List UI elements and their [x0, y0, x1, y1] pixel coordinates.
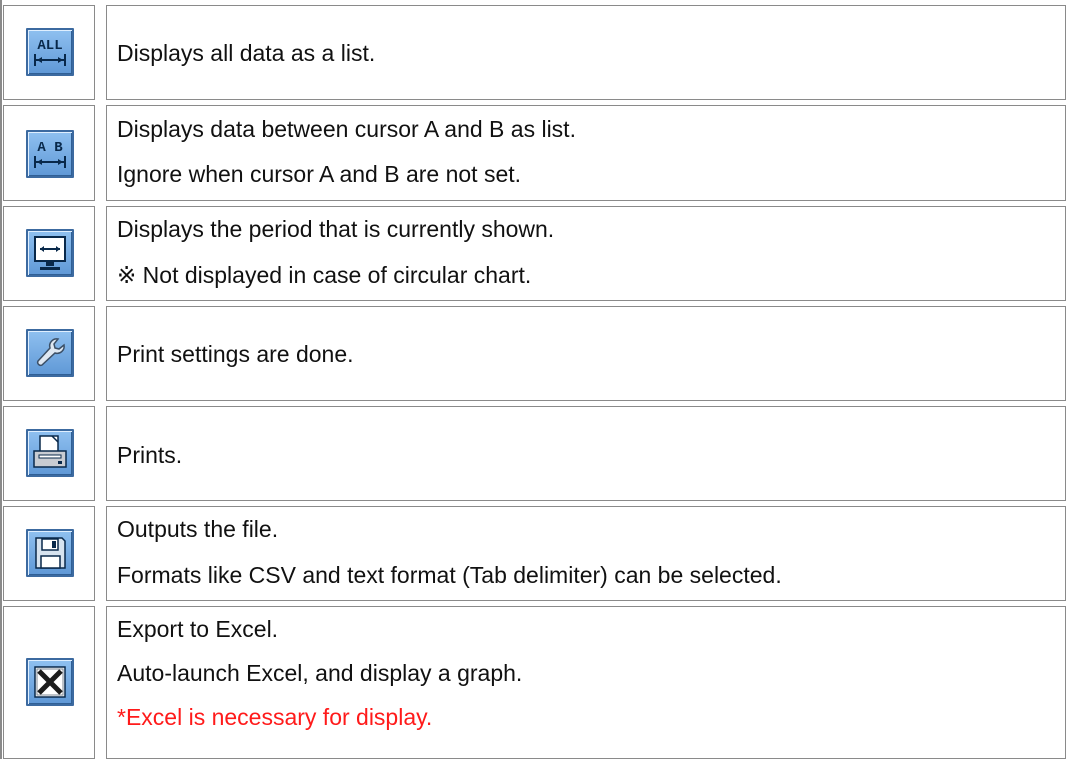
icon-cell [3, 406, 95, 501]
description-line: Print settings are done. [117, 341, 354, 367]
table-row: Displays the period that is currently sh… [0, 206, 1070, 303]
table-row: Prints. [0, 406, 1070, 503]
description-line: Prints. [117, 442, 183, 468]
table-row: A B Displays data between cursor A and B… [0, 105, 1070, 203]
description-cell: Outputs the file. Formats like CSV and t… [106, 506, 1066, 601]
description-line: Displays data between cursor A and B as … [117, 116, 576, 142]
table-row: Print settings are done. [0, 306, 1070, 403]
icon-cell [3, 306, 95, 401]
description-cell: Displays all data as a list. [106, 5, 1066, 100]
description-line: Export to Excel. [117, 616, 279, 642]
icon-cell: ALL [3, 5, 95, 100]
icon-cell: A B [3, 105, 95, 201]
excel-icon[interactable] [26, 658, 74, 706]
description-line: Outputs the file. [117, 516, 279, 542]
description-line: ※ Not displayed in case of circular char… [117, 262, 532, 288]
icon-cell [3, 506, 95, 601]
description-line: Displays the period that is currently sh… [117, 216, 555, 242]
printer-icon[interactable] [26, 429, 74, 477]
svg-text:ALL: ALL [37, 38, 62, 54]
description-line: Ignore when cursor A and B are not set. [117, 161, 522, 187]
svg-text:A B: A B [37, 140, 63, 156]
wrench-icon[interactable] [26, 329, 74, 377]
description-line: Displays all data as a list. [117, 40, 376, 66]
description-cell: Displays the period that is currently sh… [106, 206, 1066, 301]
icon-cell [3, 606, 95, 759]
table-row: Export to Excel. Auto-launch Excel, and … [0, 606, 1070, 759]
monitor-period-icon[interactable] [26, 229, 74, 277]
warning-note: *Excel is necessary for display. [117, 704, 433, 730]
floppy-disk-icon[interactable] [26, 529, 74, 577]
ab-range-icon[interactable]: A B [26, 130, 74, 178]
all-range-icon[interactable]: ALL [26, 28, 74, 76]
description-cell: Export to Excel. Auto-launch Excel, and … [106, 606, 1066, 759]
description-line: Formats like CSV and text format (Tab de… [117, 562, 782, 588]
table-row: ALL Displays all data as a list. [0, 5, 1070, 102]
table-row: Outputs the file. Formats like CSV and t… [0, 506, 1070, 603]
icon-legend-table: ALL Displays all data as a list. A B Dis… [0, 0, 1070, 759]
description-cell: Displays data between cursor A and B as … [106, 105, 1066, 201]
description-cell: Print settings are done. [106, 306, 1066, 401]
description-line: Auto-launch Excel, and display a graph. [117, 660, 523, 686]
description-cell: Prints. [106, 406, 1066, 501]
icon-cell [3, 206, 95, 301]
